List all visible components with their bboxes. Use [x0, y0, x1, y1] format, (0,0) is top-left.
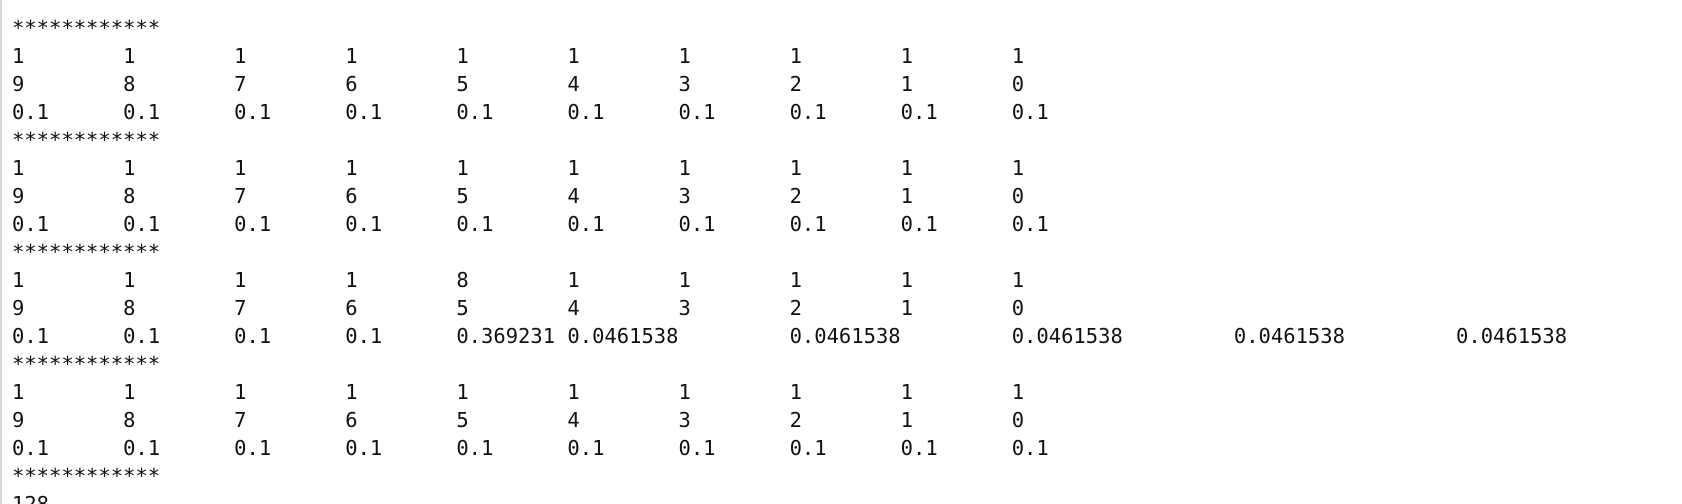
output-line: 1 1 1 1 1 1 1 1 1 1 — [12, 380, 1025, 404]
output-line: 1 1 1 1 1 1 1 1 1 1 — [12, 156, 1025, 180]
terminal-output[interactable]: ************ 1 1 1 1 1 1 1 1 1 1 9 8 7 6 5… — [12, 14, 1567, 504]
output-line: 0.1 0.1 0.1 0.1 0.1 0.1 0.1 0.1 0.1 0.1 — [12, 212, 1049, 236]
terminal-window[interactable]: ************ 1 1 1 1 1 1 1 1 1 1 9 8 7 6 5… — [0, 0, 1682, 504]
output-line: 128 — [12, 492, 50, 504]
window-left-edge — [0, 0, 2, 504]
output-line: 0.1 0.1 0.1 0.1 0.369231 0.0461538 0.046… — [12, 324, 1568, 348]
output-line-separator: ************ — [12, 16, 161, 40]
output-line: 0.1 0.1 0.1 0.1 0.1 0.1 0.1 0.1 0.1 0.1 — [12, 436, 1049, 460]
output-line-separator: ************ — [12, 464, 161, 488]
output-line: 9 8 7 6 5 4 3 2 1 0 — [12, 408, 1025, 432]
output-line-separator: ************ — [12, 352, 161, 376]
output-line: 1 1 1 1 1 1 1 1 1 1 — [12, 44, 1025, 68]
output-line: 0.1 0.1 0.1 0.1 0.1 0.1 0.1 0.1 0.1 0.1 — [12, 100, 1049, 124]
output-line-separator: ************ — [12, 240, 161, 264]
output-line: 9 8 7 6 5 4 3 2 1 0 — [12, 184, 1025, 208]
output-line: 1 1 1 1 8 1 1 1 1 1 — [12, 268, 1025, 292]
output-line: 9 8 7 6 5 4 3 2 1 0 — [12, 72, 1025, 96]
output-line-separator: ************ — [12, 128, 161, 152]
output-line: 9 8 7 6 5 4 3 2 1 0 — [12, 296, 1025, 320]
